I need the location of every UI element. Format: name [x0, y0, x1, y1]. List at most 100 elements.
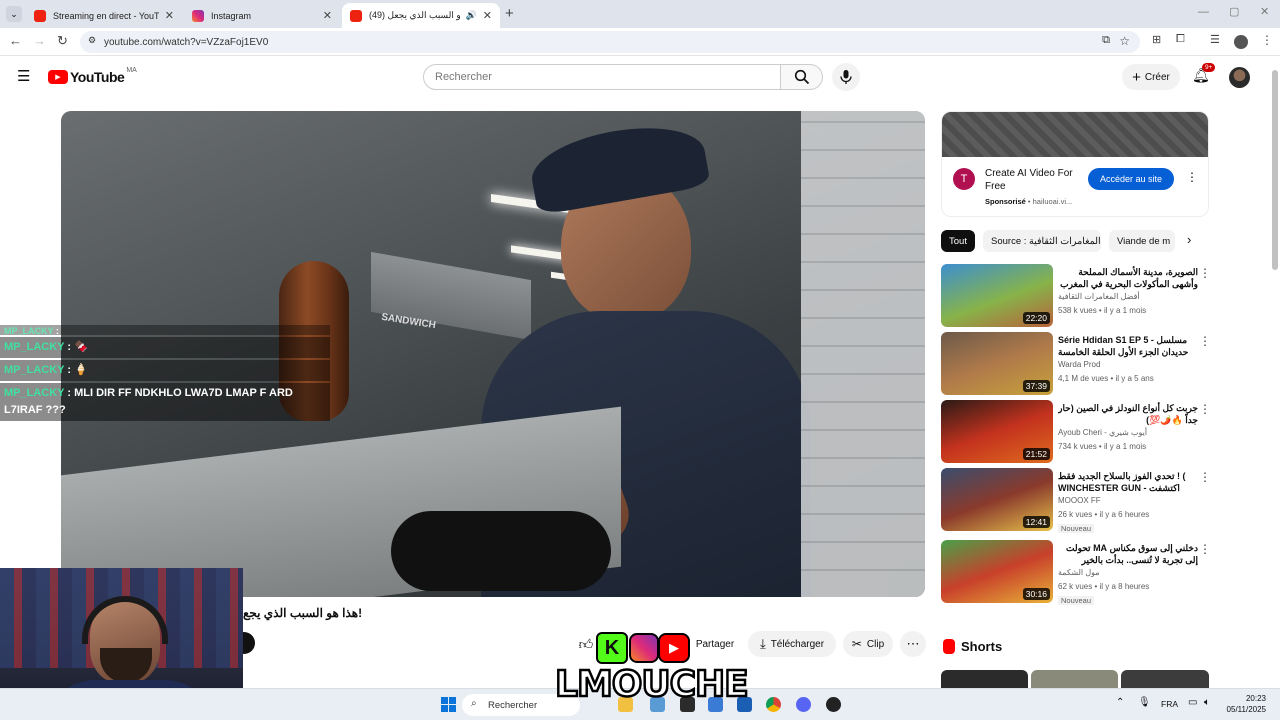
speaker-icon[interactable]: 🔊 — [466, 10, 477, 21]
short-thumbnail[interactable] — [1031, 670, 1118, 688]
search-icon — [794, 69, 810, 85]
chat-message: MP_LACKY : MLI DIR FF NDKHLO LWA7D LMAP … — [0, 383, 330, 421]
site-info-icon[interactable]: ⚙ — [88, 35, 96, 46]
video-thumbnail: 21:52 — [941, 400, 1053, 463]
volume-icon[interactable]: 🔈︎ — [1204, 697, 1210, 708]
recommendation-item[interactable]: 30:16 دخلني إلى سوق مكناس MA تحولت إلى ت… — [941, 540, 1211, 605]
search-input[interactable]: Rechercher — [423, 64, 781, 90]
rec-title: Série Hdidan S1 EP 5 - مسلسل حديدان الجز… — [1058, 335, 1189, 357]
share-button[interactable]: Partager — [690, 631, 740, 657]
microphone-icon[interactable]: 🎙︎ — [1138, 697, 1151, 708]
video-thumbnail: 22:20 — [941, 264, 1053, 327]
search-button[interactable] — [781, 64, 823, 90]
video-thumbnail: 12:41 — [941, 468, 1053, 531]
back-button[interactable]: ← — [9, 33, 22, 48]
chat-message: MP_LACKY : 🍦 — [0, 360, 330, 381]
chip-all[interactable]: Tout — [941, 230, 975, 252]
duration-badge: 21:52 — [1022, 448, 1050, 460]
chip-meat[interactable]: Viande de m — [1109, 230, 1175, 252]
page-scrollbar[interactable] — [1272, 70, 1278, 270]
close-window-button[interactable]: ✕ — [1260, 5, 1269, 18]
rec-title: تحدي الفوز بالسلاح الجديد فقط ! ( WINCHE… — [1058, 471, 1186, 493]
sponsored-ad-card[interactable]: T Create AI Video For Free Sponsorisé • … — [941, 111, 1209, 217]
clock-time: 20:23 — [1245, 694, 1266, 703]
recommendation-item[interactable]: 21:52 جربت كل أنواع النودلز في الصين (حا… — [941, 400, 1211, 464]
notifications-button[interactable]: 🔔︎ 9+ — [1192, 63, 1216, 85]
recommendation-item[interactable]: 22:20 الصويرة، مدينة الأسماك المملحة وأش… — [941, 264, 1211, 328]
chat-message: MP_LACKY : 🍫 — [0, 337, 330, 358]
maximize-button[interactable]: ▢ — [1229, 5, 1239, 18]
install-app-icon[interactable]: ⧉ — [1102, 34, 1110, 47]
more-vertical-icon[interactable]: ⋮ — [1199, 470, 1211, 484]
puzzle-icon[interactable]: ⧠ — [1176, 33, 1185, 46]
close-tab-icon[interactable]: ✕ — [165, 9, 174, 22]
short-thumbnail[interactable] — [1121, 670, 1209, 688]
rec-channel: أفضل المغامرات الثقافية — [1058, 292, 1140, 301]
video-thumbnail: 30:16 — [941, 540, 1053, 603]
more-vertical-icon[interactable]: ⋮ — [1199, 266, 1211, 280]
person-cap — [526, 116, 711, 216]
more-vertical-icon[interactable]: ⋮ — [1199, 542, 1211, 556]
ad-sponsor-line: Sponsorisé • hailuoai.vi... — [985, 197, 1073, 206]
ad-visit-site-button[interactable]: Accéder au site — [1088, 168, 1174, 190]
minimize-button[interactable]: — — [1198, 6, 1209, 18]
browser-tab-bar: ⌄ Streaming en direct - YouTube ✕ Instag… — [0, 0, 1280, 28]
network-icon[interactable]: ▭ — [1188, 697, 1197, 708]
short-thumbnail[interactable] — [941, 670, 1028, 688]
clip-button[interactable]: ✂ Clip — [843, 631, 893, 657]
reading-list-icon[interactable]: ☰ — [1210, 33, 1220, 46]
more-actions-button[interactable]: ⋯ — [900, 631, 926, 657]
tab-current-video[interactable]: (49) هذا هو السبب الذي يجعل 🔊 ✕ — [342, 3, 500, 28]
rec-channel: MOOOX FF — [1058, 496, 1101, 505]
reload-button[interactable]: ↻ — [57, 33, 68, 49]
instagram-logo-icon — [629, 633, 659, 663]
app-icon[interactable] — [826, 697, 841, 712]
browser-menu-icon[interactable]: ⋮ — [1261, 33, 1273, 47]
more-vertical-icon[interactable]: ⋮ — [1199, 402, 1211, 416]
more-vertical-icon[interactable]: ⋮ — [1199, 334, 1211, 348]
ad-more-icon[interactable]: ⋮ — [1186, 170, 1198, 184]
duration-badge: 12:41 — [1022, 516, 1050, 528]
live-chat-overlay: MP_LACKY : MP_LACKY : 🍫 MP_LACKY : 🍦 MP_… — [0, 325, 330, 421]
tab-streaming[interactable]: Streaming en direct - YouTube ✕ — [26, 3, 182, 28]
chrome-icon[interactable] — [766, 697, 781, 712]
ad-title: Create AI Video For Free — [985, 168, 1073, 192]
youtube-header: ☰ ▶ YouTube MA Rechercher + Créer 🔔︎ 9+ — [0, 57, 1280, 97]
create-button[interactable]: + Créer — [1122, 64, 1180, 90]
new-badge: Nouveau — [1058, 524, 1095, 533]
more-horizontal-icon: ⋯ — [906, 636, 920, 651]
chip-source[interactable]: Source : أفضل المغامرات الثقافية — [983, 230, 1101, 252]
filter-chips: Tout Source : أفضل المغامرات الثقافية Vi… — [941, 230, 1209, 252]
bookmark-star-icon[interactable]: ☆ — [1119, 34, 1130, 48]
new-tab-button[interactable]: + — [505, 5, 514, 22]
gloved-hands — [391, 511, 611, 591]
download-icon: ⤓ — [759, 636, 766, 651]
rec-channel: مول الشكمة — [1058, 568, 1100, 577]
account-avatar[interactable] — [1229, 67, 1250, 88]
tab-instagram[interactable]: Instagram ✕ — [184, 3, 340, 28]
download-button[interactable]: ⤓ Télécharger — [748, 631, 836, 657]
clock-date: 05/11/2025 — [1226, 705, 1266, 714]
close-tab-icon[interactable]: ✕ — [323, 9, 332, 22]
recommendation-item[interactable]: 12:41 تحدي الفوز بالسلاح الجديد فقط ! ( … — [941, 468, 1211, 533]
windows-start-icon[interactable] — [441, 697, 456, 712]
discord-icon[interactable] — [796, 697, 811, 712]
voice-search-button[interactable] — [832, 63, 860, 91]
recommendation-item[interactable]: 37:39 Série Hdidan S1 EP 5 - مسلسل حديدا… — [941, 332, 1211, 396]
forward-button[interactable]: → — [33, 33, 46, 48]
close-tab-icon[interactable]: ✕ — [483, 9, 492, 22]
language-indicator[interactable]: FRA — [1161, 699, 1178, 709]
youtube-logo[interactable]: ▶ YouTube MA — [48, 67, 137, 85]
extension-icon[interactable]: ⊞ — [1152, 33, 1161, 46]
kick-logo-icon: K — [596, 632, 628, 664]
chevron-up-icon[interactable]: ⌃ — [1116, 697, 1124, 708]
clock[interactable]: 20:23 05/11/2025 — [1226, 693, 1266, 715]
hamburger-menu-icon[interactable]: ☰ — [17, 67, 30, 85]
rec-meta: 4,1 M de vues • il y a 5 ans — [1058, 374, 1154, 383]
url-text: youtube.com/watch?v=VZzaFoj1EV0 — [104, 36, 269, 48]
rec-meta: 62 k vues • il y a 8 heures — [1058, 582, 1150, 591]
profile-avatar[interactable] — [1234, 35, 1248, 49]
chevron-right-icon[interactable]: › — [1187, 232, 1191, 247]
tab-search-button[interactable]: ⌄ — [6, 6, 22, 22]
address-bar[interactable]: ⚙ youtube.com/watch?v=VZzaFoj1EV0 ⧉ ☆ — [80, 31, 1140, 53]
